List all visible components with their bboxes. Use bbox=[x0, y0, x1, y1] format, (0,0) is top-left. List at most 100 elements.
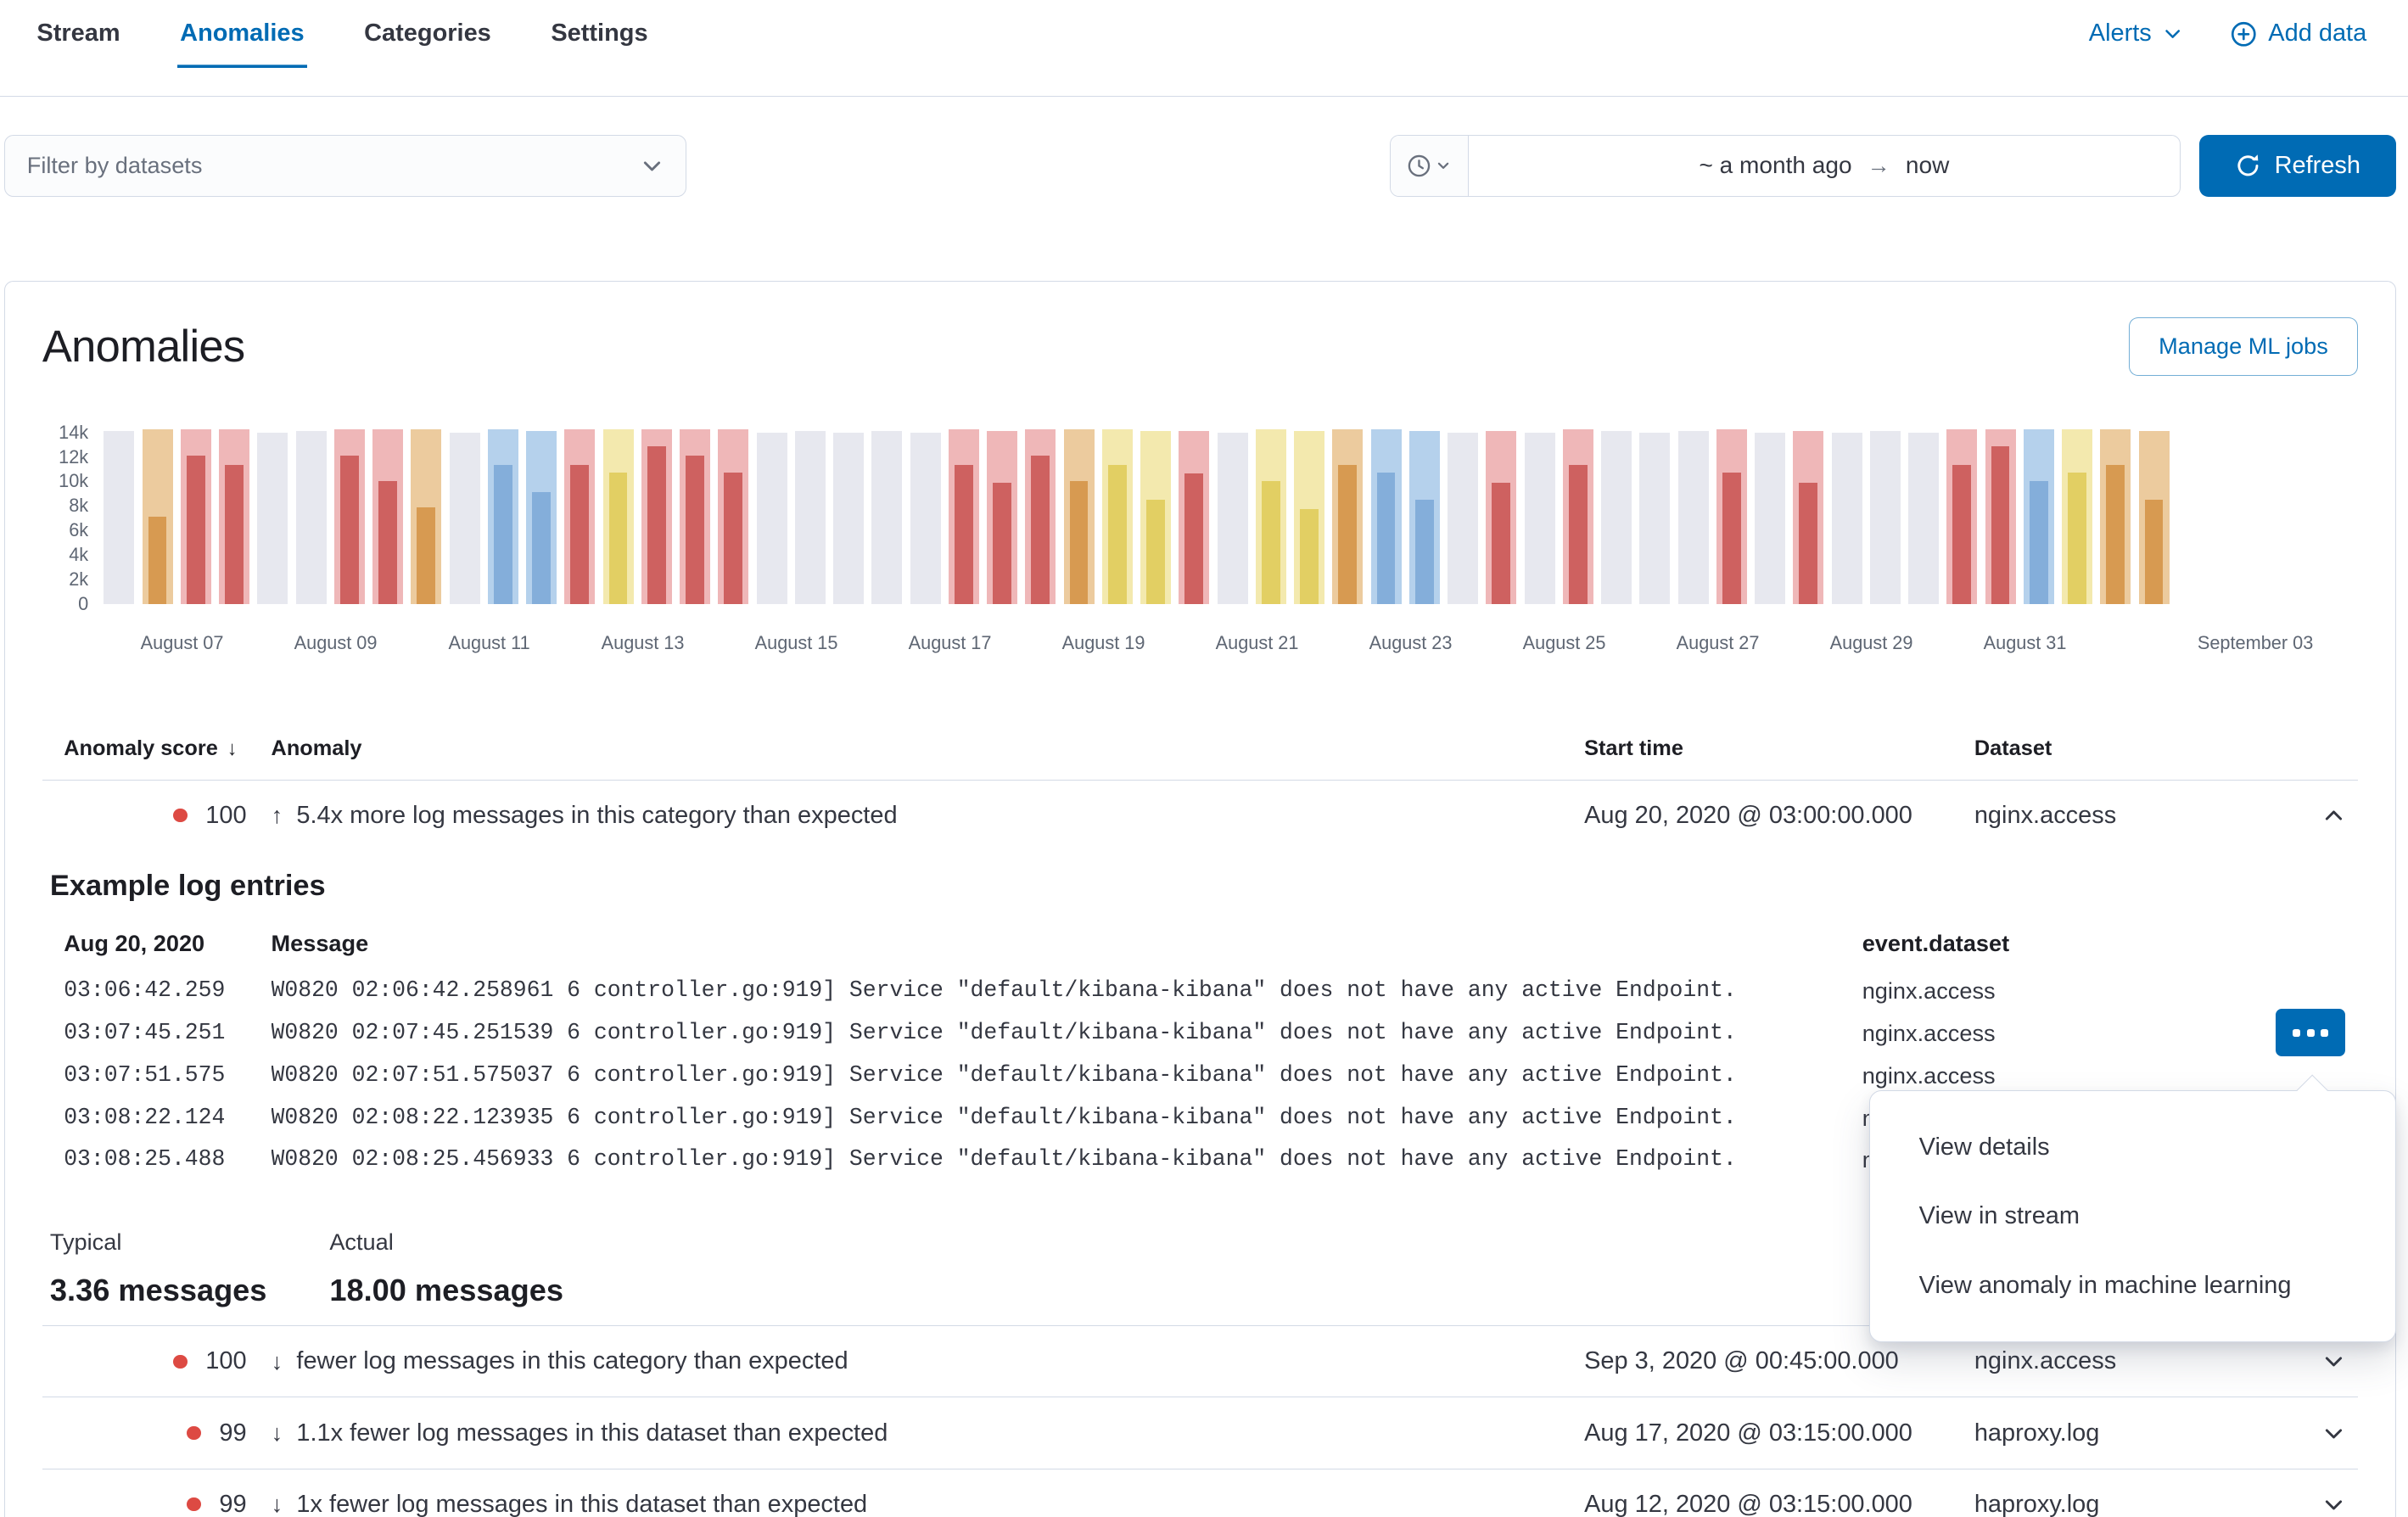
histogram-bar-red[interactable] bbox=[1793, 431, 1823, 605]
add-data-link[interactable]: Add data bbox=[2230, 20, 2366, 48]
plus-circle-icon bbox=[2230, 20, 2258, 48]
histogram-bar-red[interactable] bbox=[1716, 429, 1747, 604]
histogram-bar-orange[interactable] bbox=[2100, 429, 2131, 604]
histogram-bar-anomaly-segment bbox=[1031, 456, 1050, 605]
table-row[interactable]: 99 ↓ 1.1x fewer log messages in this dat… bbox=[42, 1397, 2358, 1469]
histogram-bar-blue[interactable] bbox=[526, 431, 557, 605]
popover-item-view-details[interactable]: View details bbox=[1870, 1112, 2395, 1181]
date-quick-select-button[interactable] bbox=[1391, 136, 1469, 195]
logs-anomalies-page: Stream Anomalies Categories Settings Ale… bbox=[0, 0, 2408, 1517]
popover-item-view-in-stream[interactable]: View in stream bbox=[1870, 1182, 2395, 1251]
tab-settings[interactable]: Settings bbox=[548, 0, 651, 68]
histogram-bar-red[interactable] bbox=[1179, 431, 1209, 605]
histogram-bar-red[interactable] bbox=[949, 429, 979, 604]
arrow-right-icon: → bbox=[1868, 152, 1890, 179]
histogram-bar-red[interactable] bbox=[680, 429, 710, 604]
histogram-bar-anomaly-segment bbox=[1952, 465, 1971, 605]
severity-dot bbox=[187, 1497, 200, 1511]
histogram-bar-gray[interactable] bbox=[1639, 433, 1670, 605]
histogram-bar-yellow[interactable] bbox=[1140, 431, 1171, 605]
column-header-anomaly-score[interactable]: Anomaly score ↓ bbox=[42, 736, 272, 761]
histogram-bar-red[interactable] bbox=[1025, 429, 1056, 604]
histogram-bar-gray[interactable] bbox=[795, 431, 826, 605]
histogram-bar-anomaly-segment bbox=[993, 483, 1011, 604]
anomaly-score-header-label: Anomaly score bbox=[64, 736, 218, 761]
histogram-bar-blue[interactable] bbox=[488, 429, 518, 604]
histogram-bar-red[interactable] bbox=[219, 429, 249, 604]
histogram-bar-red[interactable] bbox=[564, 429, 595, 604]
column-header-start-time[interactable]: Start time bbox=[1584, 736, 1974, 761]
histogram-bar-red[interactable] bbox=[641, 429, 672, 604]
histogram-bar-gray[interactable] bbox=[104, 431, 134, 605]
table-row[interactable]: 99 ↓ 1x fewer log messages in this datas… bbox=[42, 1469, 2358, 1517]
x-axis-label: August 21 bbox=[1216, 632, 1299, 654]
histogram-bar-gray[interactable] bbox=[1525, 433, 1555, 605]
column-header-dataset[interactable]: Dataset bbox=[1974, 736, 2310, 761]
histogram-bar-blue[interactable] bbox=[1409, 431, 1440, 605]
expand-row-button[interactable] bbox=[2318, 1346, 2349, 1377]
histogram-bar-gray[interactable] bbox=[296, 431, 327, 605]
collapse-row-button[interactable] bbox=[2318, 800, 2349, 831]
manage-ml-jobs-button[interactable]: Manage ML jobs bbox=[2129, 317, 2358, 376]
histogram-bar-gray[interactable] bbox=[910, 433, 941, 605]
histogram-bar-gray[interactable] bbox=[450, 433, 480, 605]
histogram-bar-gray[interactable] bbox=[1832, 433, 1862, 605]
histogram-bar-orange[interactable] bbox=[411, 429, 441, 604]
histogram-bar-orange[interactable] bbox=[1064, 429, 1095, 604]
table-row[interactable]: 100 ↑ 5.4x more log messages in this cat… bbox=[42, 781, 2358, 851]
histogram-bar-red[interactable] bbox=[1563, 429, 1593, 604]
histogram-bar-gray[interactable] bbox=[757, 433, 787, 605]
tab-categories[interactable]: Categories bbox=[361, 0, 495, 68]
histogram-bar-anomaly-segment bbox=[417, 507, 435, 604]
histogram-bar-yellow[interactable] bbox=[1294, 431, 1324, 605]
histogram-bar-gray[interactable] bbox=[1908, 433, 1939, 605]
date-range-start[interactable]: ~ a month ago bbox=[1699, 152, 1851, 179]
histogram-bar-anomaly-segment bbox=[1184, 473, 1203, 604]
histogram-bar-red[interactable] bbox=[718, 429, 748, 604]
histogram-bar-anomaly-segment bbox=[1415, 500, 1434, 604]
histogram-bar-yellow[interactable] bbox=[2062, 429, 2092, 604]
x-axis-label: August 29 bbox=[1830, 632, 1913, 654]
histogram-bar-yellow[interactable] bbox=[1256, 429, 1286, 604]
histogram-bar-red[interactable] bbox=[334, 429, 365, 604]
anomaly-score: 99 bbox=[219, 1491, 246, 1517]
histogram-bar-gray[interactable] bbox=[1448, 433, 1478, 605]
actual-value: 18.00 messages bbox=[329, 1270, 608, 1310]
histogram-bar-gray[interactable] bbox=[833, 433, 864, 605]
tab-stream[interactable]: Stream bbox=[34, 0, 123, 68]
log-date-header: Aug 20, 2020 bbox=[64, 918, 271, 971]
histogram-bar-orange[interactable] bbox=[1332, 429, 1363, 604]
histogram-bar-yellow[interactable] bbox=[603, 429, 634, 604]
refresh-button[interactable]: Refresh bbox=[2199, 135, 2396, 196]
histogram-bar-gray[interactable] bbox=[1678, 431, 1709, 605]
expand-row-button[interactable] bbox=[2318, 1418, 2349, 1448]
dataset-filter-select[interactable]: Filter by datasets bbox=[4, 135, 686, 196]
date-range-end[interactable]: now bbox=[1906, 152, 1949, 179]
histogram-bar-gray[interactable] bbox=[1218, 433, 1248, 605]
histogram-bar-gray[interactable] bbox=[1870, 431, 1901, 605]
alerts-menu-button[interactable]: Alerts bbox=[2089, 20, 2184, 48]
dataset-filter-placeholder: Filter by datasets bbox=[27, 152, 203, 179]
histogram-bar-red[interactable] bbox=[181, 429, 211, 604]
histogram-bar-red[interactable] bbox=[1946, 429, 1977, 604]
histogram-bar-red[interactable] bbox=[1985, 429, 2016, 604]
histogram-bar-red[interactable] bbox=[987, 431, 1017, 605]
histogram-bar-orange[interactable] bbox=[143, 429, 173, 604]
histogram-bar-orange[interactable] bbox=[2139, 431, 2170, 605]
log-entry-actions-button[interactable] bbox=[2276, 1009, 2344, 1056]
histogram-bar-gray[interactable] bbox=[871, 431, 902, 605]
histogram-bar-red[interactable] bbox=[1486, 431, 1516, 605]
histogram-bar-red[interactable] bbox=[372, 429, 403, 604]
histogram-bar-gray[interactable] bbox=[1755, 433, 1785, 605]
expand-row-button[interactable] bbox=[2318, 1489, 2349, 1517]
popover-item-view-anomaly-in-ml[interactable]: View anomaly in machine learning bbox=[1870, 1251, 2395, 1319]
histogram-bar-yellow[interactable] bbox=[1102, 429, 1133, 604]
histogram-bar-gray[interactable] bbox=[1601, 431, 1632, 605]
tab-anomalies[interactable]: Anomalies bbox=[177, 0, 308, 68]
date-range-display: ~ a month ago → now bbox=[1469, 136, 2181, 195]
histogram-bar-blue[interactable] bbox=[1371, 429, 1402, 604]
histogram-bar-gray[interactable] bbox=[257, 433, 288, 605]
histogram-bar-anomaly-segment bbox=[1070, 481, 1089, 604]
histogram-bar-blue[interactable] bbox=[2024, 429, 2054, 604]
alerts-label: Alerts bbox=[2089, 20, 2152, 48]
